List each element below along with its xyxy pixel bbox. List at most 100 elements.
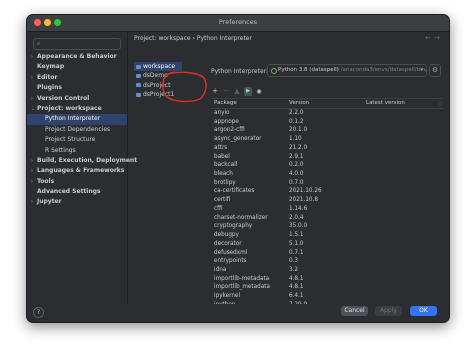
folder-icon bbox=[136, 83, 141, 88]
table-row[interactable]: charset-normalizer 2.0.4 bbox=[211, 214, 443, 223]
chevron-down-icon[interactable]: ⌄ bbox=[31, 104, 35, 114]
table-row[interactable]: idna 3.2 bbox=[211, 266, 443, 275]
table-row[interactable]: importlib-metadata 4.8.1 bbox=[211, 275, 443, 284]
interpreter-path: ~/anaconda3/envs/dataspell/bin/py bbox=[336, 67, 427, 73]
column-header-latest[interactable]: Latest version bbox=[366, 100, 405, 106]
package-version-cell: 2.9.1 bbox=[289, 153, 304, 160]
package-version-cell: 0.1.2 bbox=[289, 118, 304, 125]
apply-button[interactable]: Apply bbox=[375, 306, 402, 316]
table-row[interactable]: async_generator 1.10 bbox=[211, 135, 443, 144]
ok-button[interactable]: OK bbox=[410, 306, 437, 316]
back-arrow-icon[interactable]: ← bbox=[425, 34, 434, 42]
breadcrumb: Project: workspace › Python Interpreter bbox=[134, 35, 252, 42]
cancel-button[interactable]: Cancel bbox=[341, 306, 368, 316]
package-version-cell: 4.8.1 bbox=[289, 284, 304, 291]
chevron-right-icon[interactable]: › bbox=[31, 94, 33, 104]
table-row[interactable]: certifi 2021.10.8 bbox=[211, 196, 443, 205]
interpreter-label: Python Interpreter: bbox=[211, 68, 269, 75]
package-name-cell: entrypoints bbox=[214, 258, 247, 265]
table-body: anyio 2.2.0 appnope 0.1.2 argon2-cffi 20.1.0 a… bbox=[211, 109, 443, 313]
sidebar-item[interactable]: ⌄ Project: workspace bbox=[27, 104, 127, 114]
help-icon[interactable]: ? bbox=[33, 307, 44, 318]
eye-icon[interactable]: ◉ bbox=[255, 87, 263, 96]
breadcrumb-project[interactable]: Project: workspace bbox=[134, 35, 191, 42]
sidebar-item[interactable]: Keymap bbox=[27, 62, 127, 72]
chevron-right-icon[interactable]: › bbox=[31, 52, 33, 62]
sidebar-item-label: Advanced Settings bbox=[37, 188, 101, 196]
column-header-version[interactable]: Version bbox=[289, 100, 309, 106]
table-row[interactable]: brotlipy 0.7.0 bbox=[211, 179, 443, 188]
sidebar-item[interactable]: › Editor bbox=[27, 73, 127, 83]
title-bar: Preferences bbox=[27, 15, 449, 32]
sidebar-item[interactable]: Plugins bbox=[27, 83, 127, 93]
sidebar-item[interactable]: Advanced Settings bbox=[27, 187, 127, 197]
table-row[interactable]: entrypoints 0.3 bbox=[211, 257, 443, 266]
package-name-cell: debugpy bbox=[214, 232, 239, 239]
chevron-right-icon[interactable]: › bbox=[31, 166, 33, 176]
table-row[interactable]: backcall 0.2.0 bbox=[211, 161, 443, 170]
settings-search-input[interactable]: ⌕ bbox=[33, 38, 121, 50]
show-latest-toggle[interactable]: ▶ bbox=[244, 87, 252, 96]
table-row[interactable]: attrs 21.2.0 bbox=[211, 144, 443, 153]
package-version-cell: 0.3 bbox=[289, 258, 299, 265]
sidebar-item[interactable]: Project Structure bbox=[27, 135, 127, 145]
sidebar-item[interactable]: Project Dependencies bbox=[27, 125, 127, 135]
forward-arrow-icon[interactable]: → bbox=[434, 34, 443, 42]
folder-icon bbox=[136, 92, 141, 97]
package-name-cell: attrs bbox=[214, 144, 228, 151]
package-name-cell: babel bbox=[214, 153, 230, 160]
package-version-cell: 1.5.1 bbox=[289, 232, 304, 239]
sidebar-item-label: Tools bbox=[37, 177, 55, 185]
upgrade-package-button[interactable]: ▲ bbox=[233, 87, 241, 96]
chevron-right-icon[interactable]: › bbox=[31, 177, 33, 187]
package-name-cell: async_generator bbox=[214, 136, 262, 143]
package-version-cell: 2021.10.26 bbox=[289, 188, 322, 195]
sidebar-item-label: Plugins bbox=[37, 84, 62, 92]
table-row[interactable]: argon2-cffi 20.1.0 bbox=[211, 126, 443, 135]
sidebar-item[interactable]: › Version Control bbox=[27, 94, 127, 104]
project-name: workspace bbox=[143, 63, 176, 70]
package-name-cell: argon2-cffi bbox=[214, 127, 245, 134]
package-version-cell: 2.2.0 bbox=[289, 110, 304, 116]
gear-icon[interactable]: ⚙ bbox=[429, 64, 441, 77]
dialog-footer: ? Cancel Apply OK bbox=[27, 304, 449, 322]
table-row[interactable]: debugpy 1.5.1 bbox=[211, 231, 443, 240]
settings-tree: › Appearance & Behavior Keymap › Editor Plugi… bbox=[27, 52, 137, 208]
table-row[interactable]: decorator 5.1.0 bbox=[211, 240, 443, 249]
table-header: Package Version Latest version ◌ bbox=[211, 99, 443, 109]
settings-sidebar: ⌕ › Appearance & Behavior Keymap › Editor Plu… bbox=[27, 32, 137, 322]
package-version-cell: 6.4.1 bbox=[289, 293, 304, 300]
interpreter-select[interactable]: Python 3.8 (dataspell) ~/anaconda3/envs/… bbox=[267, 64, 427, 77]
sidebar-item[interactable]: R Settings bbox=[27, 146, 127, 156]
table-row[interactable]: ipykernel 6.4.1 bbox=[211, 292, 443, 301]
sidebar-item[interactable]: Python Interpreter bbox=[27, 114, 127, 125]
table-row[interactable]: ca-certificates 2021.10.26 bbox=[211, 187, 443, 196]
remove-package-button[interactable]: − bbox=[222, 87, 230, 96]
packages-table: Package Version Latest version ◌ anyio 2.… bbox=[211, 98, 443, 313]
table-row[interactable]: anyio 2.2.0 bbox=[211, 109, 443, 118]
table-row[interactable]: appnope 0.1.2 bbox=[211, 118, 443, 127]
folder-icon bbox=[136, 73, 141, 78]
sidebar-item[interactable]: › Appearance & Behavior bbox=[27, 52, 127, 62]
add-package-button[interactable]: + bbox=[211, 87, 219, 96]
package-version-cell: 5.1.0 bbox=[289, 240, 304, 247]
table-row[interactable]: bleach 4.0.0 bbox=[211, 170, 443, 179]
table-row[interactable]: importlib_metadata 4.8.1 bbox=[211, 283, 443, 292]
sidebar-item[interactable]: › Jupyter bbox=[27, 197, 127, 207]
table-row[interactable]: cffi 1.14.6 bbox=[211, 205, 443, 214]
sidebar-item[interactable]: › Languages & Frameworks bbox=[27, 166, 127, 176]
chevron-right-icon[interactable]: › bbox=[31, 197, 33, 207]
chevron-right-icon[interactable]: › bbox=[31, 156, 33, 166]
preferences-window: Preferences ⌕ › Appearance & Behavior Keym… bbox=[26, 14, 450, 323]
table-row[interactable]: defusedxml 0.7.1 bbox=[211, 249, 443, 258]
sidebar-item-label: Project Dependencies bbox=[45, 125, 111, 133]
package-version-cell: 3.2 bbox=[289, 266, 299, 273]
chevron-down-icon: ▾ bbox=[420, 67, 423, 73]
sidebar-item[interactable]: › Tools bbox=[27, 177, 127, 187]
table-row[interactable]: babel 2.9.1 bbox=[211, 153, 443, 162]
table-row[interactable]: cryptography 35.0.0 bbox=[211, 222, 443, 231]
column-header-package[interactable]: Package bbox=[214, 100, 237, 106]
sidebar-item[interactable]: › Build, Execution, Deployment bbox=[27, 156, 137, 166]
chevron-right-icon[interactable]: › bbox=[31, 73, 33, 83]
sidebar-item-label: Build, Execution, Deployment bbox=[37, 156, 138, 164]
